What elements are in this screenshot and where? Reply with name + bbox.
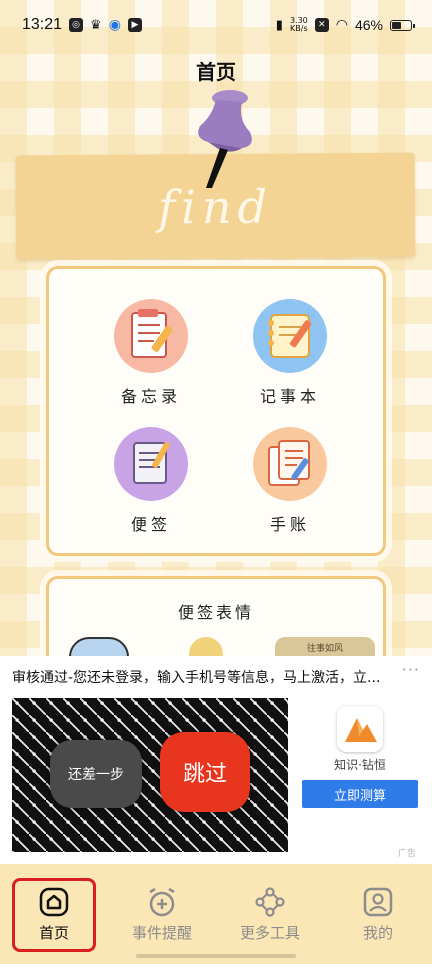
profile-icon	[363, 887, 393, 917]
ad-skip-button[interactable]: 跳过	[160, 732, 250, 812]
ad-cta-button[interactable]: 立即测算	[302, 780, 418, 808]
stickers-card-title: 便签表情	[177, 603, 254, 622]
alarm-clock-icon	[149, 887, 175, 917]
status-left: 13:21 ◎ ♛ ◉ ▶	[22, 16, 142, 34]
nav-home-highlight	[12, 878, 96, 952]
no-sim-icon: ✕	[314, 18, 329, 32]
page-title: 首页	[196, 60, 236, 84]
ad-headline[interactable]: 审核通过-您还未登录，输入手机号等信息，马上激活，立...	[12, 667, 402, 687]
tool-label-journal: 手账	[269, 515, 310, 534]
status-time: 13:21	[22, 16, 63, 33]
ad-mark: 广告	[397, 849, 416, 859]
nav-label-more-tools: 更多工具	[239, 924, 300, 942]
journal-icon	[253, 427, 327, 501]
crown-icon: ♛	[90, 17, 102, 33]
wifi-icon: ◠	[335, 17, 348, 33]
play-icon: ▶	[127, 18, 142, 32]
sticker-peek-label: 往事如风	[306, 644, 343, 654]
tool-memo[interactable]: 备忘录	[96, 299, 206, 407]
status-bar: 13:21 ◎ ♛ ◉ ▶ ▮ 3.30 KB/s ✕ ◠ 46%	[0, 0, 432, 50]
tool-label-notebook: 记事本	[259, 387, 320, 406]
nav-reminders[interactable]: 事件提醒	[108, 864, 216, 964]
status-right: ▮ 3.30 KB/s ✕ ◠ 46%	[275, 17, 415, 33]
share-tools-icon	[255, 887, 285, 917]
ad-brand: 知识·钻恒	[334, 758, 386, 772]
home-indicator	[136, 954, 296, 958]
vibrate-icon: ▮	[275, 17, 283, 33]
browser-icon: ◉	[108, 17, 121, 33]
battery-percent: 46%	[354, 17, 383, 33]
tool-label-sticky-note: 便签	[130, 515, 171, 534]
ad-more-icon[interactable]: ···	[402, 660, 420, 679]
nav-label-reminders: 事件提醒	[131, 924, 192, 942]
memo-icon	[114, 299, 188, 373]
tools-card: 备忘录 记事本 便签 手账	[46, 266, 386, 556]
nav-label-profile: 我的	[362, 924, 393, 942]
ad-banner[interactable]: 审核通过-您还未登录，输入手机号等信息，马上激活，立... ··· 还差一步 跳…	[0, 656, 432, 864]
ad-video[interactable]: 还差一步 跳过	[12, 698, 288, 852]
ad-back-button[interactable]: 还差一步	[50, 740, 142, 808]
push-pin-icon	[198, 90, 252, 188]
tool-sticky-note[interactable]: 便签	[96, 427, 206, 535]
tool-journal[interactable]: 手账	[235, 427, 345, 535]
nav-more-tools[interactable]: 更多工具	[216, 864, 324, 964]
nav-profile[interactable]: 我的	[324, 864, 432, 964]
net-speed-unit: KB/s	[290, 24, 308, 33]
notebook-icon	[253, 299, 327, 373]
sticky-note-icon	[114, 427, 188, 501]
network-speed: 3.30 KB/s	[290, 17, 308, 33]
app-notification-icon: ◎	[69, 18, 84, 32]
tool-notebook[interactable]: 记事本	[235, 299, 345, 407]
battery-icon	[390, 19, 415, 31]
ad-logo-icon	[337, 706, 383, 752]
tool-label-memo: 备忘录	[120, 387, 181, 406]
